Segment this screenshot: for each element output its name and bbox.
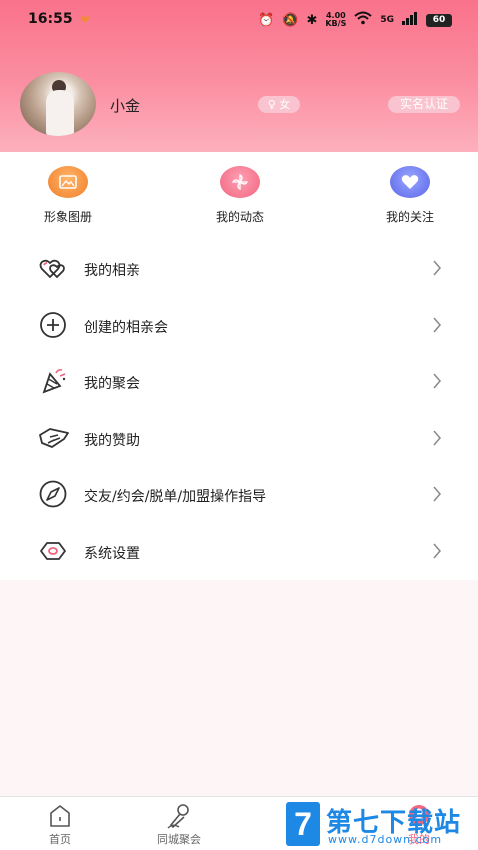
verify-badge[interactable]: 实名认证 (388, 96, 460, 113)
quick-my-moments-label: 我的动态 (215, 210, 264, 224)
watermark-logo: 7 (286, 802, 320, 846)
tab-home-label: 首页 (49, 833, 71, 846)
quick-photo-album-label: 形象图册 (43, 210, 92, 224)
menu-item-my-sponsorship[interactable]: 我的赞助 (0, 410, 478, 467)
wifi-icon (354, 11, 373, 29)
menu-item-system-settings[interactable]: 系统设置 (0, 523, 478, 580)
network-type: 5G (380, 15, 394, 25)
compass-icon (38, 479, 70, 509)
menu-item-my-matchmaking[interactable]: 我的相亲 (0, 240, 478, 297)
plus-circle-icon (38, 310, 70, 340)
tab-city-parties[interactable]: 同城聚会 (134, 803, 224, 847)
heart-status-icon: ❤ (80, 13, 91, 27)
menu-label: 创建的相亲会 (84, 319, 168, 336)
menu-list: 我的相亲 创建的相亲会 我的聚会 我的赞助 交友/约会/脱单/加盟操作指导 系统… (0, 240, 478, 580)
net-speed: 4.00 KB/S (325, 12, 346, 28)
site-watermark: 7 第七下载站 www.d7down.com (286, 800, 476, 848)
chevron-right-icon (432, 260, 442, 276)
handshake-icon (38, 423, 70, 453)
avatar-dress-shape (46, 90, 74, 136)
menu-label: 交友/约会/脱单/加盟操作指导 (84, 489, 267, 506)
username: 小金 (110, 97, 141, 115)
quick-my-follows[interactable]: 我的关注 (360, 166, 460, 225)
microphone-icon (165, 803, 193, 829)
chevron-right-icon (432, 317, 442, 333)
menu-item-guide[interactable]: 交友/约会/脱单/加盟操作指导 (0, 466, 478, 523)
status-icons: ⏰ 🔕 ✱ 4.00 KB/S 5G 60 (258, 11, 452, 29)
profile-header: 16:55 ❤ ⏰ 🔕 ✱ 4.00 KB/S 5G 60 小金 ♀ 女 实名认… (0, 0, 478, 152)
bluetooth-icon: ✱ (306, 12, 318, 28)
signal-icon (402, 11, 418, 29)
hexagon-settings-icon (38, 536, 70, 566)
net-speed-unit: KB/S (325, 19, 347, 28)
gender-badge: ♀ 女 (258, 96, 300, 113)
home-icon (46, 803, 74, 829)
content-card: 形象图册 我的动态 我的关注 我的相亲 创建的相亲会 我的聚会 我的赞助 交友/… (0, 152, 478, 580)
chevron-right-icon (432, 373, 442, 389)
alarm-icon: ⏰ (258, 12, 275, 28)
double-heart-icon (38, 253, 70, 283)
chevron-right-icon (432, 543, 442, 559)
menu-label: 我的相亲 (84, 263, 140, 279)
gender-label: 女 (279, 98, 291, 111)
mute-bell-icon: 🔕 (282, 12, 299, 28)
heart-icon (390, 166, 430, 198)
menu-label: 我的聚会 (84, 376, 140, 393)
avatar[interactable] (20, 72, 96, 136)
quick-my-follows-label: 我的关注 (385, 210, 434, 224)
quick-my-moments[interactable]: 我的动态 (190, 166, 290, 225)
menu-label: 我的赞助 (84, 432, 140, 449)
menu-item-my-parties[interactable]: 我的聚会 (0, 353, 478, 410)
watermark-url: www.d7down.com (328, 833, 443, 846)
chevron-right-icon (432, 486, 442, 502)
status-bar: 16:55 ❤ ⏰ 🔕 ✱ 4.00 KB/S 5G 60 (0, 0, 478, 40)
chevron-right-icon (432, 430, 442, 446)
menu-label: 系统设置 (84, 545, 140, 562)
status-time: 16:55 (28, 11, 73, 27)
tab-home[interactable]: 首页 (15, 803, 105, 847)
quick-photo-album[interactable]: 形象图册 (18, 166, 118, 225)
photo-album-icon (48, 166, 88, 198)
battery-icon: 60 (426, 13, 452, 27)
tab-city-parties-label: 同城聚会 (157, 833, 201, 846)
party-popper-icon (38, 366, 70, 396)
pinwheel-icon (220, 166, 260, 198)
menu-item-created-events[interactable]: 创建的相亲会 (0, 297, 478, 354)
